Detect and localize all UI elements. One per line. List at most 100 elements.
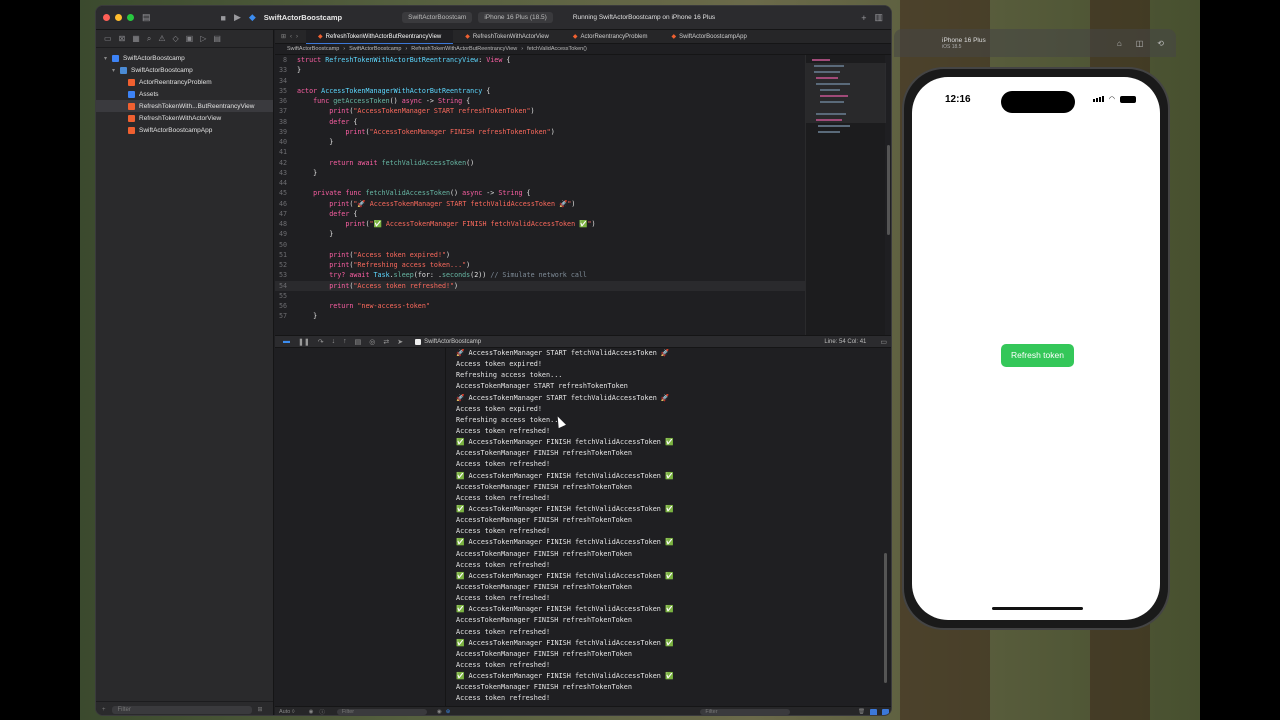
debug-process[interactable]: SwiftActorBoostcamp [415,338,481,345]
jump-bar-item[interactable]: SwiftActorBoostcamp [287,46,339,52]
scheme-selector[interactable]: SwiftActorBoostcam [402,12,473,23]
add-icon[interactable]: + [861,13,866,23]
navigator-item[interactable]: ▾ SwiftActorBoostcamp [96,52,273,64]
eye-icon[interactable]: ◉ [437,709,442,715]
code-line[interactable]: 42 return await fetchValidAccessToken() [275,158,805,168]
hide-debug-area-icon[interactable]: ▬ [283,338,290,345]
issues-icon[interactable]: ⚠ [158,34,165,43]
code-line[interactable]: 8 struct RefreshTokenWithActorButReentran… [275,55,805,65]
location-icon[interactable]: ➤ [397,338,403,346]
screenshot-icon[interactable]: ◫ [1136,39,1144,48]
minimize-window-button[interactable] [115,14,122,21]
code-line[interactable]: 46 print("🚀 AccessTokenManager START fet… [275,199,805,209]
zoom-window-button[interactable] [127,14,134,21]
editor-tab[interactable]: ◆ ActorReentrancyProblem [561,30,660,44]
jump-bar-item[interactable]: RefreshTokenWithActorButReentrancyView [411,46,517,52]
navigator-item[interactable]: RefreshTokenWith...ButReentrancyView [96,100,273,112]
navigator-item[interactable]: RefreshTokenWithActorView [96,112,273,124]
symbol-icon[interactable]: ▦ [132,34,140,43]
editor-scrollbar[interactable] [887,145,890,235]
code-line[interactable]: 33} [275,65,805,75]
rotate-icon[interactable]: ⟲ [1157,39,1164,48]
navigator-item[interactable]: Assets [96,88,273,100]
nav-back-icon[interactable]: ⊞ [281,33,286,40]
code-line[interactable]: 56 return "new-access-token" [275,301,805,311]
filter-options-icon[interactable]: ⊞ [258,706,263,713]
layout-icon[interactable]: ▭ [880,338,887,346]
info-icon[interactable]: ⓘ [319,708,325,715]
console-scrollbar[interactable] [884,553,887,683]
code-line[interactable]: 43 } [275,168,805,178]
editor-tab[interactable]: ◆ SwiftActorBoostcampApp [659,30,758,44]
close-window-button[interactable] [103,14,110,21]
tests-icon[interactable]: ◇ [172,34,178,43]
trash-icon[interactable]: 🗑 [858,709,865,716]
code-line[interactable]: 44 [275,178,805,188]
add-file-icon[interactable]: + [102,707,106,713]
minimap[interactable] [805,55,886,335]
refresh-token-button[interactable]: Refresh token [1001,344,1074,367]
jump-bar-item[interactable]: fetchValidAccessToken() [527,46,587,52]
home-icon[interactable]: ⌂ [1117,39,1122,48]
disclosure-icon[interactable]: ▾ [104,55,112,62]
folder-icon[interactable]: ▭ [104,34,112,43]
code-line[interactable]: 54 print("Access token refreshed!") [275,280,805,291]
navigator-filter-input[interactable]: Filter [111,705,252,714]
code-line[interactable]: 34 [275,76,805,86]
find-icon[interactable]: ⌕ [147,34,151,44]
console-filter-input[interactable]: Filter [700,709,791,715]
variables-filter-input[interactable]: Filter [336,709,427,715]
eye-icon[interactable]: ◉ [309,709,314,715]
code-line[interactable]: 53 try? await Task. sleep (for: . seconds (2… [275,270,805,280]
code-line[interactable]: 57 } [275,311,805,321]
navigator-item[interactable]: SwiftActorBoostcampApp [96,124,273,136]
view-hierarchy-icon[interactable]: ▤ [355,338,362,346]
debug-icon[interactable]: ▣ [186,34,194,43]
destination-selector[interactable]: iPhone 16 Plus (18.5) [478,12,553,23]
console-output[interactable]: 🚀 AccessTokenManager START fetchValidAcc… [447,348,891,706]
code-line[interactable]: 41 [275,147,805,157]
code-line[interactable]: 45 private func fetchValidAccessToken() … [275,188,805,198]
environment-icon[interactable]: ⇄ [383,338,389,346]
navigator-item[interactable]: ActorReentrancyProblem [96,76,273,88]
code-line[interactable]: 38 defer { [275,117,805,127]
pause-icon[interactable]: ❚❚ [298,338,310,346]
forward-icon[interactable]: › [296,34,298,40]
code-view[interactable]: 8 struct RefreshTokenWithActorButReentran… [275,55,805,335]
scheme-title[interactable]: SwiftActorBoostcamp [264,13,342,22]
code-line[interactable]: 39 print("AccessTokenManager FINISH refr… [275,127,805,137]
code-line[interactable]: 47 defer { [275,209,805,219]
back-icon[interactable]: ‹ [290,34,292,40]
sidebar-toggle-icon[interactable]: ▤ [142,12,151,23]
show-variables-icon[interactable] [870,708,877,715]
source-control-icon[interactable]: ⊠ [119,34,126,43]
code-line[interactable]: 49 } [275,229,805,239]
editor-tab[interactable]: ◆ RefreshTokenWithActorView [453,30,561,44]
code-line[interactable]: 55 [275,291,805,301]
code-line[interactable]: 51 print("Access token expired!") [275,250,805,260]
memory-graph-icon[interactable]: ◎ [369,338,375,346]
filter-toggle-icon[interactable]: ⊛ [446,709,451,715]
jump-bar-item[interactable]: SwiftActorBoostcamp [349,46,401,52]
step-into-icon[interactable]: ↓ [332,338,336,345]
code-line[interactable]: 36 func getAccessToken() async -> String… [275,96,805,106]
code-line[interactable]: 40 } [275,137,805,147]
code-line[interactable]: 35 actor AccessTokenManagerWithActorButRe… [275,86,805,96]
breakpoint-icon[interactable]: ▷ [200,34,206,43]
code-line[interactable]: 48 print("✅ AccessTokenManager FINISH fe… [275,219,805,229]
disclosure-icon[interactable]: ▾ [112,67,120,74]
report-icon[interactable]: ▤ [213,34,221,43]
code-line[interactable]: 37 print("AccessTokenManager START refre… [275,106,805,116]
run-icon[interactable]: ▶ [234,12,241,23]
output-mode-selector[interactable]: Auto ◊ [279,709,295,715]
code-line[interactable]: 52 print("Refreshing access token...") [275,260,805,270]
step-out-icon[interactable]: ↑ [343,338,347,345]
stop-icon[interactable]: ■ [221,13,226,23]
inspector-toggle-icon[interactable]: ▥ [874,12,883,23]
editor-tab[interactable]: ◆ RefreshTokenWithActorButReentrancyView [306,29,454,44]
step-over-icon[interactable]: ↷ [318,338,324,346]
show-console-icon[interactable] [882,708,889,715]
code-line[interactable]: 50 [275,240,805,250]
navigator-item[interactable]: ▾ SwiftActorBoostcamp [96,64,273,76]
home-indicator[interactable] [992,607,1083,610]
